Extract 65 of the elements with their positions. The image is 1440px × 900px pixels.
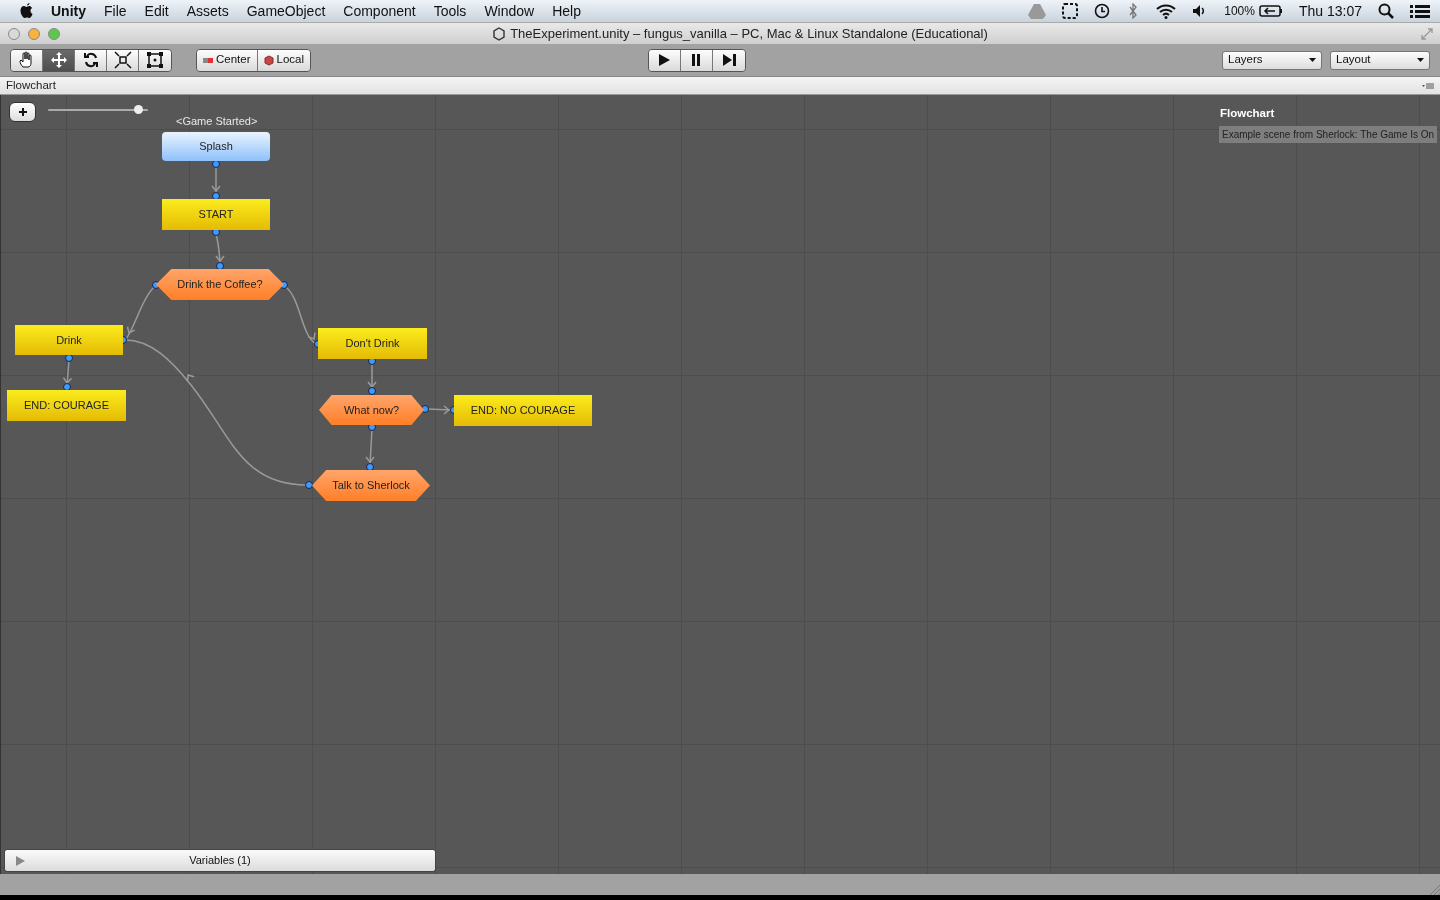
dropdown-arrow-icon [1309,57,1316,63]
menu-clock[interactable]: Thu 13:07 [1298,0,1362,22]
dropdown[interactable]: Layers [1222,50,1322,70]
menu-item[interactable]: GameObject [237,0,335,22]
scale-icon [113,51,132,69]
connector-arrow [62,354,73,391]
window-title: TheExperiment.unity – fungus_vanilla – PC, Mac & Linux Standalone (Educational) [510,24,988,43]
scale-tool-button[interactable] [107,49,139,71]
block-node[interactable]: END: COURAGE [7,390,126,421]
play-icon [656,52,672,68]
connector-arrow [367,357,377,395]
panel-tab[interactable]: Flowchart [6,76,56,95]
minimize-button[interactable] [28,27,40,40]
menu-item[interactable]: File [95,0,136,22]
resize-grip-icon[interactable] [1430,885,1440,895]
clock-icon[interactable] [1094,3,1111,19]
app-menu[interactable]: Unity [42,0,95,22]
flowchart-title: Flowchart [1220,106,1275,121]
menu-item[interactable]: Assets [177,0,238,22]
search-icon[interactable] [1378,3,1394,19]
menu-item[interactable]: Component [334,0,425,22]
block-node[interactable]: Drink [15,325,123,355]
menu-item[interactable]: Edit [135,0,178,22]
flowchart-description: Example scene from Sherlock: The Game Is On [1219,126,1438,143]
choice-node[interactable]: What now? [319,395,424,425]
block-node[interactable]: Don't Drink [318,328,427,359]
play-button[interactable] [648,49,681,71]
add-button[interactable] [9,102,36,122]
move-tool-button[interactable] [43,49,75,71]
rotate-tool-button[interactable] [75,49,107,71]
event-label: <Game Started> [176,114,258,129]
dropdown[interactable]: Layout [1330,50,1430,70]
menu-item[interactable]: Help [543,0,590,22]
connector-arrow [212,228,225,270]
connector-arrow [211,160,221,200]
choice-node[interactable]: Drink the Coffee? [156,269,284,300]
screen-capture-icon[interactable] [1062,3,1079,19]
menu-item[interactable]: Window [475,0,544,22]
pause-button[interactable] [680,49,713,71]
panel-menu-icon[interactable] [1422,81,1434,90]
zoom-button[interactable] [48,27,60,40]
plus-icon [17,107,28,117]
menu-item[interactable]: Tools [424,0,476,22]
rect-tool-button[interactable] [139,49,171,71]
slider-thumb[interactable] [134,105,143,114]
step-icon [720,52,737,68]
choice-node[interactable]: Talk to Sherlock [312,470,430,501]
dropdown-arrow-icon [1417,57,1424,63]
rect-icon [146,51,164,69]
wifi-icon[interactable] [1156,3,1177,19]
step-button[interactable] [712,49,745,71]
pivot-button[interactable]: Center [197,49,258,71]
connector-arrow [365,423,376,471]
event-node[interactable]: Splash [162,132,270,161]
space-button[interactable]: Local [257,49,311,71]
menu-icon[interactable] [1410,3,1430,19]
battery-percentage: 100% [1224,3,1255,20]
apple-logo-icon[interactable] [18,2,34,20]
hand-tool-button[interactable] [11,49,43,71]
battery-icon[interactable] [1258,4,1283,18]
move-icon [49,51,68,69]
block-node[interactable]: START [162,199,270,230]
variables-button[interactable]: Variables (1) [4,849,436,872]
block-node[interactable]: END: NO COURAGE [454,395,592,426]
rotate-icon [81,51,100,69]
